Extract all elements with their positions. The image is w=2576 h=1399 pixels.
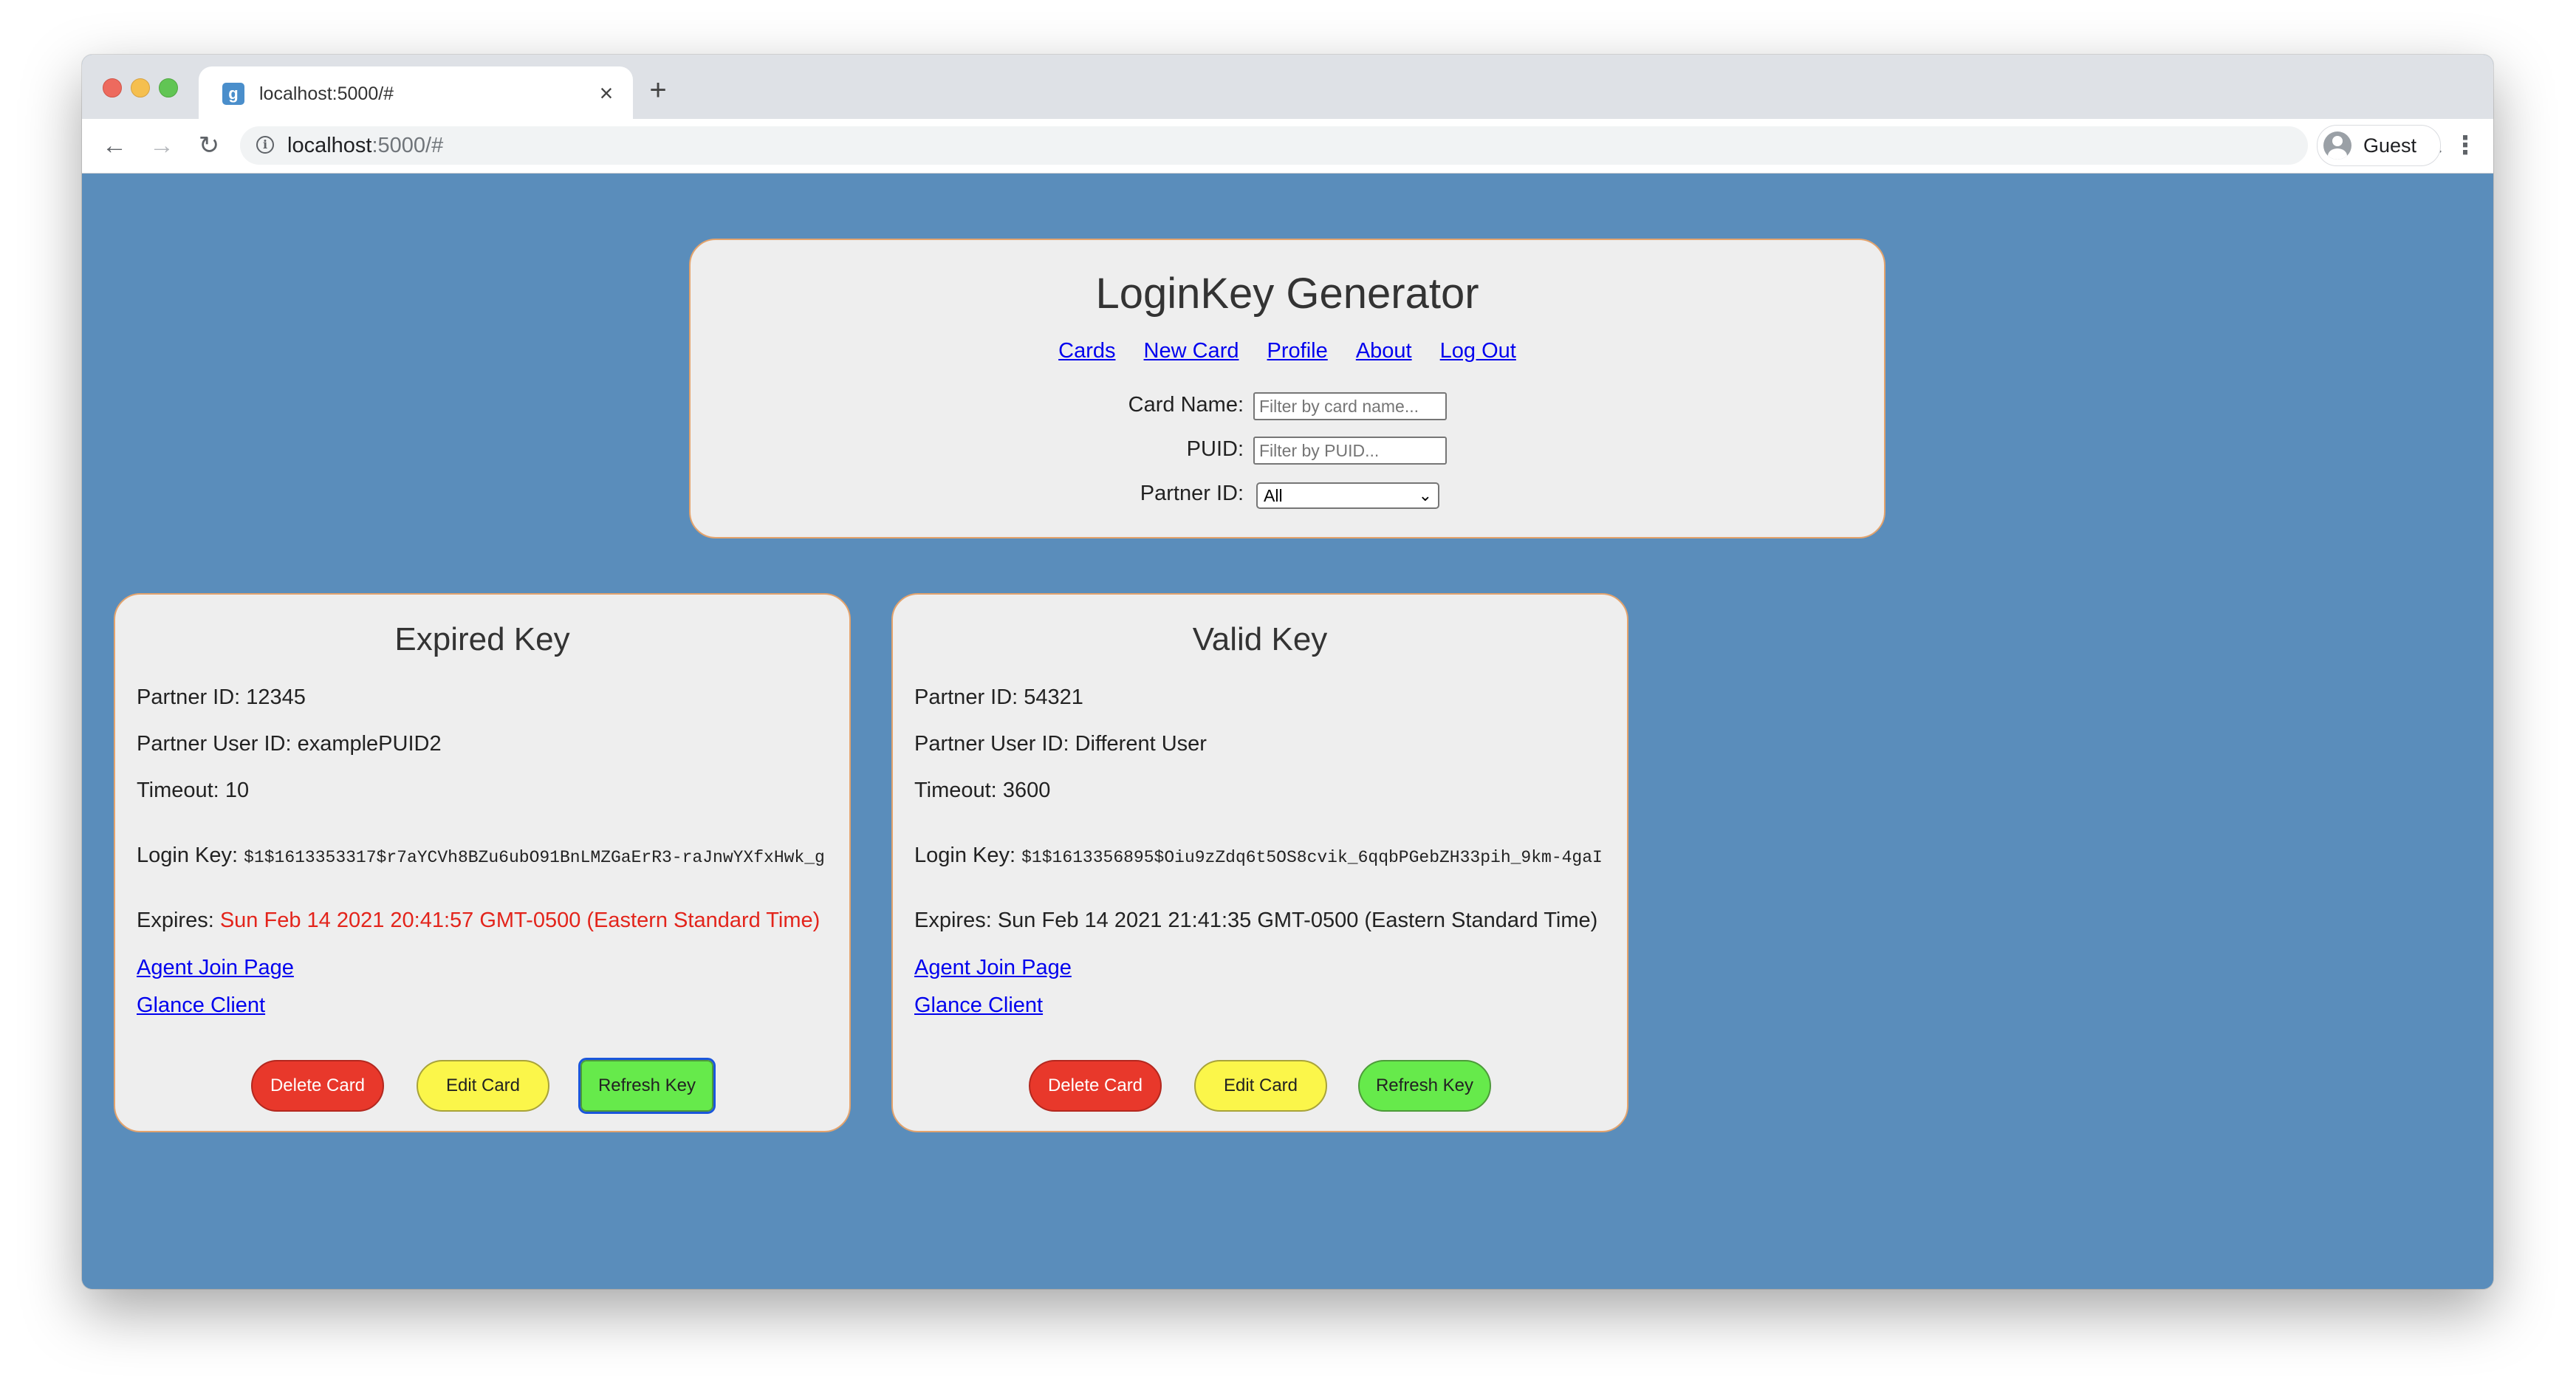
refresh-key-button[interactable]: Refresh Key bbox=[578, 1058, 716, 1114]
timeout-value: 10 bbox=[225, 779, 250, 802]
minimize-window-button[interactable] bbox=[131, 78, 150, 98]
login-key-line: Login Key: $1$1613356895$Oiu9zZdq6t5OS8c… bbox=[914, 843, 1603, 870]
glance-client-link[interactable]: Glance Client bbox=[914, 993, 1043, 1018]
expires-line: Expires: Sun Feb 14 2021 20:41:57 GMT-05… bbox=[137, 908, 820, 933]
url-host: localhost bbox=[287, 134, 372, 157]
delete-card-button[interactable]: Delete Card bbox=[1029, 1060, 1162, 1112]
partner-user-id-value: examplePUID2 bbox=[297, 732, 442, 756]
partner-id-label: Partner ID: bbox=[137, 685, 241, 709]
login-key-label: Login Key: bbox=[914, 844, 1016, 867]
page-content: LoginKey Generator Cards New Card Profil… bbox=[82, 174, 2493, 1289]
delete-card-button[interactable]: Delete Card bbox=[251, 1060, 384, 1112]
nav-link-log-out[interactable]: Log Out bbox=[1440, 339, 1516, 363]
card-name-label: Card Name: bbox=[1128, 393, 1244, 417]
expires-value: Sun Feb 14 2021 20:41:57 GMT-0500 (Easte… bbox=[219, 909, 821, 932]
tab-title: localhost:5000/# bbox=[259, 83, 394, 104]
login-key-line: Login Key: $1$1613353317$r7aYCVh8BZu6ubO… bbox=[137, 843, 825, 870]
info-icon[interactable]: i bbox=[256, 136, 274, 154]
expires-label: Expires: bbox=[137, 909, 214, 932]
partner-id-filter-row: Partner ID: All ⌄ bbox=[691, 479, 1884, 512]
favicon-icon: g bbox=[222, 83, 244, 105]
plus-icon[interactable]: + bbox=[643, 75, 673, 105]
expires-label: Expires: bbox=[914, 909, 992, 932]
partner-id-line: Partner ID: 54321 bbox=[914, 685, 1083, 710]
login-key-value: $1$1613356895$Oiu9zZdq6t5OS8cvik_6qqbPGe… bbox=[1021, 848, 1603, 867]
expires-value: Sun Feb 14 2021 21:41:35 GMT-0500 (Easte… bbox=[997, 909, 1598, 932]
partner-user-id-line: Partner User ID: Different User bbox=[914, 731, 1207, 756]
partner-id-value: 12345 bbox=[246, 685, 306, 709]
card-title: Expired Key bbox=[394, 621, 570, 657]
card-title: Valid Key bbox=[1192, 621, 1328, 657]
login-key-label: Login Key: bbox=[137, 844, 239, 867]
kebab-menu-icon[interactable]: ⋮ bbox=[2453, 129, 2478, 162]
puid-filter-row: PUID: bbox=[691, 435, 1884, 468]
header-card: LoginKey Generator Cards New Card Profil… bbox=[689, 239, 1885, 538]
timeout-value: 3600 bbox=[1002, 779, 1051, 802]
browser-window: g localhost:5000/# × + ← → ↻ i localhost… bbox=[82, 55, 2493, 1289]
agent-join-page-link[interactable]: Agent Join Page bbox=[914, 955, 1072, 980]
puid-label: PUID: bbox=[1186, 437, 1244, 461]
partner-id-label: Partner ID: bbox=[914, 685, 1018, 709]
refresh-key-button[interactable]: Refresh Key bbox=[1358, 1060, 1491, 1112]
browser-toolbar: ← → ↻ i localhost:5000/# Guest ⋮ bbox=[82, 119, 2493, 174]
edit-card-button[interactable]: Edit Card bbox=[1194, 1060, 1327, 1112]
url-text: localhost:5000/# bbox=[287, 134, 443, 157]
reload-icon[interactable]: ↻ bbox=[193, 129, 225, 162]
avatar-icon bbox=[2323, 131, 2351, 160]
expires-line: Expires: Sun Feb 14 2021 21:41:35 GMT-05… bbox=[914, 908, 1597, 933]
timeout-label: Timeout: bbox=[914, 779, 997, 802]
timeout-label: Timeout: bbox=[137, 779, 219, 802]
chevron-down-icon: ⌄ bbox=[1418, 486, 1432, 504]
profile-button[interactable]: Guest bbox=[2317, 125, 2441, 166]
timeout-line: Timeout: 10 bbox=[137, 778, 249, 803]
partner-id-label: Partner ID: bbox=[1140, 482, 1244, 505]
partner-id-value: 54321 bbox=[1024, 685, 1083, 709]
partner-id-selected-value: All bbox=[1264, 486, 1283, 505]
key-card-valid: Valid Key Partner ID: 54321 Partner User… bbox=[891, 593, 1628, 1132]
zoom-window-button[interactable] bbox=[159, 78, 178, 98]
card-name-input[interactable] bbox=[1253, 392, 1447, 420]
profile-name: Guest bbox=[2363, 134, 2417, 157]
nav-link-profile[interactable]: Profile bbox=[1267, 339, 1328, 363]
nav-link-new-card[interactable]: New Card bbox=[1144, 339, 1239, 363]
agent-join-page-link[interactable]: Agent Join Page bbox=[137, 955, 294, 980]
partner-user-id-label: Partner User ID: bbox=[137, 732, 292, 756]
nav-link-cards[interactable]: Cards bbox=[1058, 339, 1115, 363]
close-window-button[interactable] bbox=[103, 78, 122, 98]
partner-user-id-value: Different User bbox=[1075, 732, 1207, 756]
partner-id-line: Partner ID: 12345 bbox=[137, 685, 306, 710]
timeout-line: Timeout: 3600 bbox=[914, 778, 1050, 803]
tab-strip: g localhost:5000/# × + bbox=[82, 55, 2493, 119]
url-path: :5000/# bbox=[371, 134, 444, 157]
glance-client-link[interactable]: Glance Client bbox=[137, 993, 265, 1018]
partner-user-id-line: Partner User ID: examplePUID2 bbox=[137, 731, 442, 756]
partner-id-select[interactable]: All ⌄ bbox=[1256, 482, 1439, 509]
arrow-right-icon[interactable]: → bbox=[145, 129, 178, 162]
key-card-expired: Expired Key Partner ID: 12345 Partner Us… bbox=[114, 593, 851, 1132]
puid-input[interactable] bbox=[1253, 437, 1447, 465]
partner-user-id-label: Partner User ID: bbox=[914, 732, 1069, 756]
tab-localhost[interactable]: g localhost:5000/# × bbox=[199, 66, 633, 119]
edit-card-button[interactable]: Edit Card bbox=[417, 1060, 549, 1112]
card-name-filter-row: Card Name: bbox=[691, 391, 1884, 423]
login-key-value: $1$1613353317$r7aYCVh8BZu6ubO91BnLMZGaEr… bbox=[244, 848, 825, 867]
nav-links: Cards New Card Profile About Log Out bbox=[691, 338, 1884, 363]
arrow-left-icon[interactable]: ← bbox=[98, 129, 131, 162]
page-title: LoginKey Generator bbox=[1095, 270, 1479, 318]
nav-link-about[interactable]: About bbox=[1356, 339, 1412, 363]
address-bar[interactable]: i localhost:5000/# bbox=[240, 126, 2442, 165]
close-icon[interactable]: × bbox=[593, 80, 620, 106]
